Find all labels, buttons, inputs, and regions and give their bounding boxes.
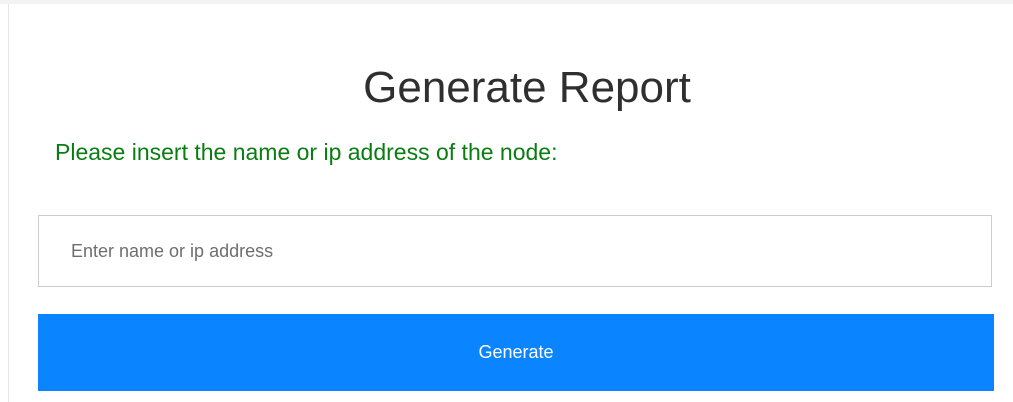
node-name-input[interactable]: [38, 215, 992, 287]
instruction-text: Please insert the name or ip address of …: [55, 139, 558, 165]
report-form-card: Generate Report Please insert the name o…: [8, 4, 1013, 402]
page-title: Generate Report: [363, 63, 691, 112]
generate-button[interactable]: Generate: [38, 314, 994, 391]
